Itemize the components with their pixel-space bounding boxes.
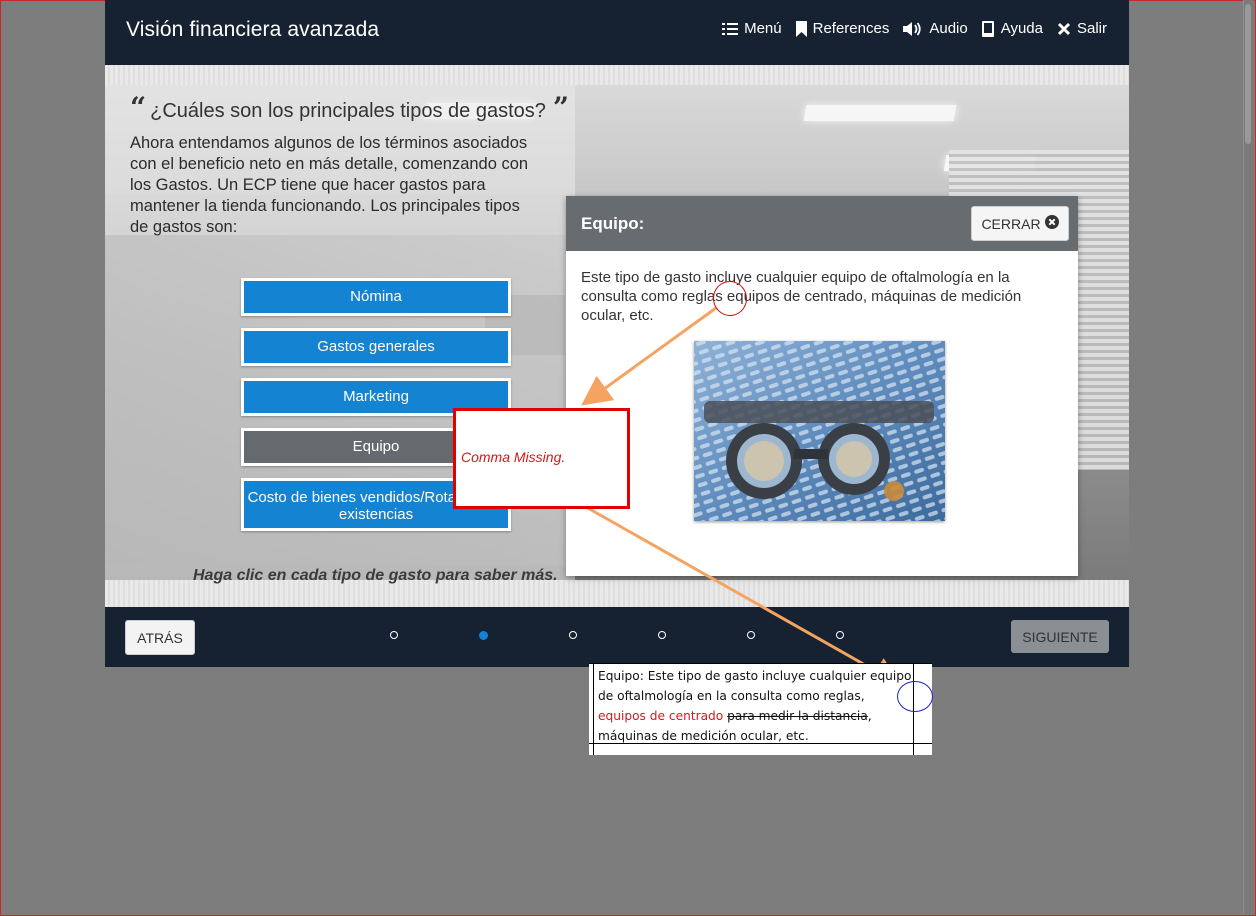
help-button[interactable]: Ayuda [981,20,1043,37]
popup-header: Equipo: CERRAR [566,196,1078,251]
close-circle-icon [1044,215,1059,232]
equipment-popup: Equipo: CERRAR Este tipo de gasto incluy… [566,196,1078,576]
popup-close-button[interactable]: CERRAR [971,206,1069,241]
expense-button-gastos-generales[interactable]: Gastos generales [241,328,511,366]
deleted-text: para medir la distancia [727,709,868,723]
source-line: Equipo: Este tipo de gasto incluye cualq… [598,669,912,703]
bookmark-icon [795,20,807,37]
progress-dots [390,631,844,640]
header-menu: Menú References Audio Ayuda Salir [722,20,1107,37]
speaker-icon [903,21,923,37]
question-block: “ ¿Cuáles son los principales tipos de g… [130,91,590,238]
question-body: Ahora entendamos algunos de los términos… [130,134,529,236]
progress-dot[interactable] [836,631,844,639]
window-scrollbar[interactable] [1243,0,1254,914]
review-comment-box: Comma Missing. [453,408,630,509]
course-header: Visión financiera avanzada Menú Referenc… [105,0,1129,65]
open-quote-icon: “ [130,91,147,124]
slide-navigation: ATRÁS SIGUIENTE [105,607,1129,667]
source-line-end: máquinas de medición ocular, etc. [598,729,809,743]
progress-dot[interactable] [390,631,398,639]
scrollbar-thumb[interactable] [1245,4,1251,144]
instruction-hint: Haga clic en cada tipo de gasto para sab… [193,567,558,584]
source-text-snippet: Equipo: Este tipo de gasto incluye cualq… [589,663,932,755]
expense-button-nomina[interactable]: Nómina [241,278,511,316]
trailing-comma: , [867,709,872,723]
progress-dot-active[interactable] [479,631,488,640]
progress-dot[interactable] [569,631,577,639]
menu-label: Menú [744,20,782,37]
table-border [593,663,594,755]
list-icon [722,22,739,36]
question-heading: “ ¿Cuáles son los principales tipos de g… [130,91,590,124]
course-player: Visión financiera avanzada Menú Referenc… [105,0,1129,667]
popup-description: Este tipo de gasto incluye cualquier equ… [581,269,1022,324]
progress-dot[interactable] [747,631,755,639]
inserted-text: equipos de centrado [598,709,724,723]
course-title: Visión financiera avanzada [126,18,380,41]
back-button[interactable]: ATRÁS [125,620,195,655]
review-comment-text: Comma Missing. [461,449,566,465]
references-label: References [812,20,890,37]
phoropter-image [694,341,945,521]
exit-label: Salir [1076,20,1107,37]
book-icon [981,20,995,37]
question-title: ¿Cuáles son los principales tipos de gas… [150,100,546,122]
slide-stage: “ ¿Cuáles son los principales tipos de g… [105,65,1129,607]
close-quote-icon: ” [552,91,569,124]
audio-label: Audio [929,20,968,37]
next-button[interactable]: SIGUIENTE [1011,620,1109,653]
exit-button[interactable]: Salir [1057,20,1107,37]
source-text: Equipo: Este tipo de gasto incluye cualq… [598,666,916,746]
help-label: Ayuda [1000,20,1043,37]
close-label: CERRAR [981,215,1041,232]
progress-dot[interactable] [658,631,666,639]
menu-button[interactable]: Menú [722,20,782,37]
close-icon [1057,22,1071,36]
table-border [589,663,932,664]
audio-button[interactable]: Audio [903,20,968,37]
references-button[interactable]: References [795,20,890,37]
popup-title: Equipo: [581,214,645,233]
annotation-circle-blue [897,681,933,712]
ceiling-light [803,105,957,121]
